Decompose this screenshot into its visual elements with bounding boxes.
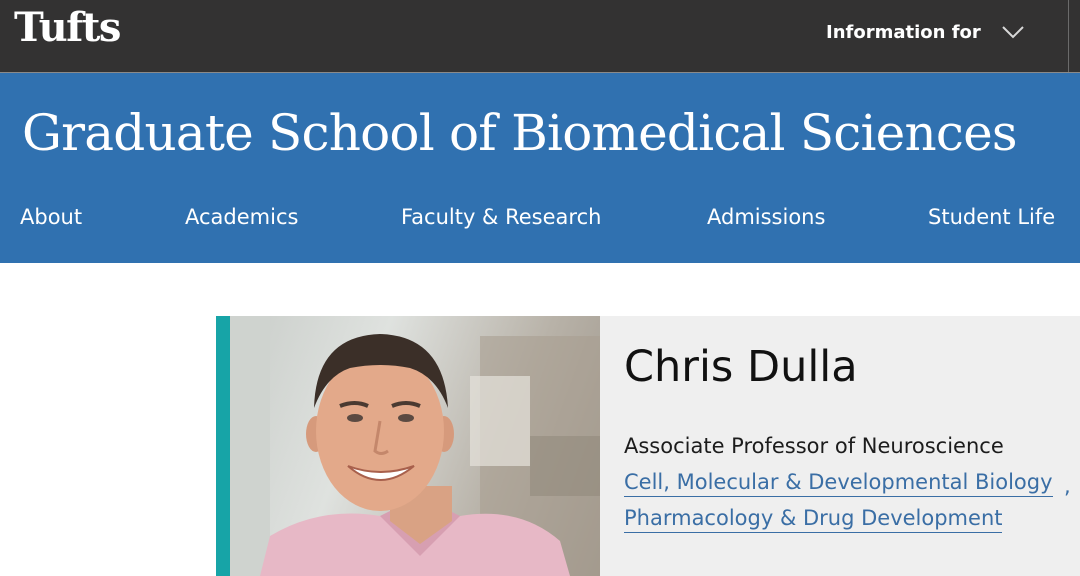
faculty-title: Associate Professor of Neuroscience: [624, 434, 1004, 458]
school-title[interactable]: Graduate School of Biomedical Sciences: [22, 101, 1018, 165]
program-link-pharmacology[interactable]: Pharmacology & Drug Development: [624, 504, 1003, 533]
information-for-label: Information for: [826, 21, 981, 43]
school-banner: Graduate School of Biomedical Sciences A…: [0, 73, 1080, 263]
nav-item-about[interactable]: About: [20, 203, 82, 231]
header-divider: [1068, 0, 1069, 72]
nav-item-student-life[interactable]: Student Life: [928, 203, 1055, 231]
faculty-name: Chris Dulla: [624, 342, 858, 392]
program-link-cmdb[interactable]: Cell, Molecular & Developmental Biology: [624, 468, 1053, 497]
profile-photo-illustration: [230, 316, 600, 576]
program-separator: ,: [1064, 474, 1071, 498]
tufts-logo[interactable]: Tufts: [14, 4, 121, 52]
faculty-profile-card: Chris Dulla Associate Professor of Neuro…: [216, 316, 1080, 576]
nav-item-faculty-research[interactable]: Faculty & Research: [401, 203, 601, 231]
nav-item-academics[interactable]: Academics: [185, 203, 298, 231]
information-for-dropdown[interactable]: Information for: [826, 19, 1025, 45]
top-utility-bar: Tufts Information for: [0, 0, 1080, 73]
accent-bar: [216, 316, 230, 576]
chevron-down-icon: [1002, 26, 1024, 39]
profile-photo: [230, 316, 600, 576]
nav-item-admissions[interactable]: Admissions: [707, 203, 825, 231]
